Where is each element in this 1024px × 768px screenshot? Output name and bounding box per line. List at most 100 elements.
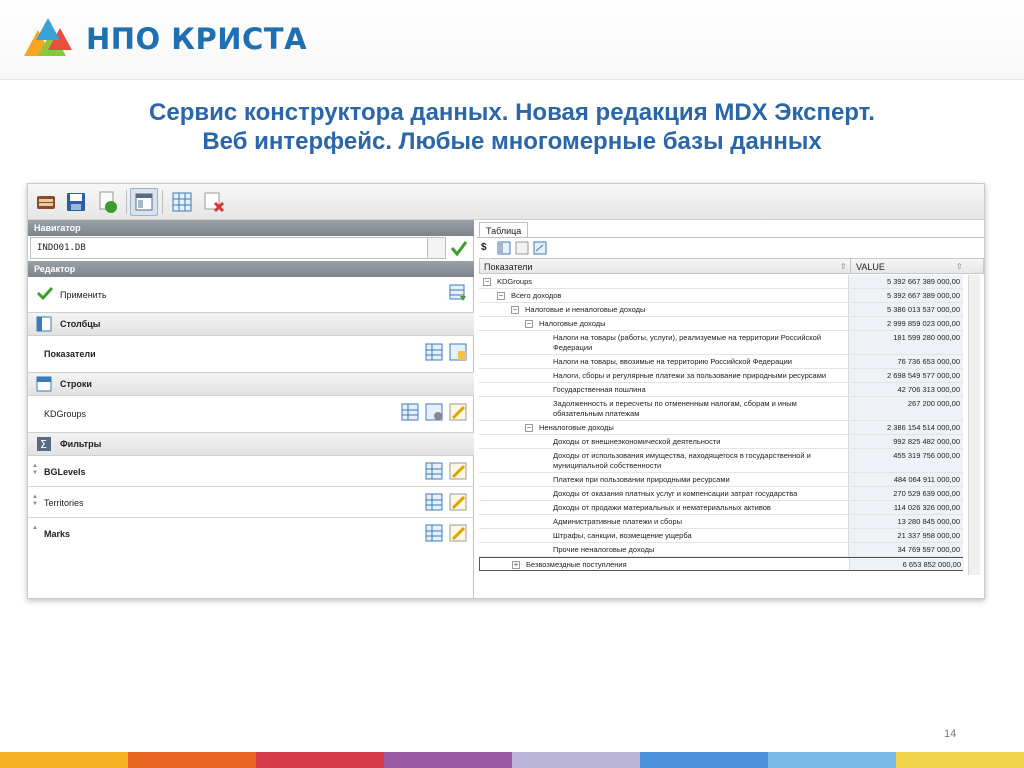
collapse-icon[interactable]: − [483, 278, 491, 286]
columns-item[interactable]: Показатели [44, 349, 96, 359]
row-edit-icon[interactable] [449, 403, 467, 421]
filters-group-header[interactable]: Σ Фильтры [28, 432, 474, 456]
filter-item-bglevels[interactable]: BGLevels [44, 467, 86, 477]
toolbar-separator [162, 190, 163, 214]
row-value: 2 386 154 514 000,00 [848, 421, 963, 434]
grid-format-icon[interactable] [497, 241, 511, 255]
sort-icon[interactable]: ⇧ [840, 260, 847, 274]
table-row[interactable]: Налоги на товары, ввозимые на территорию… [479, 355, 963, 369]
row-value: 270 529 639 000,00 [848, 487, 963, 500]
table-row[interactable]: Всего доходов − 5 392 667 389 000,00 [479, 289, 963, 303]
filter-table-icon[interactable] [425, 524, 443, 542]
table-row[interactable]: Налоговые доходы − 2 999 859 023 000,00 [479, 317, 963, 331]
filter-edit-icon[interactable] [449, 493, 467, 511]
row-table-icon[interactable] [401, 403, 419, 421]
collapse-icon[interactable]: − [525, 320, 533, 328]
table-row[interactable]: Штрафы, санкции, возмещение ущерба 21 337… [479, 529, 963, 543]
vertical-scrollbar[interactable] [968, 275, 980, 575]
navigator-dropdown-button[interactable] [428, 237, 446, 259]
filter-item-marks[interactable]: Marks [44, 529, 70, 539]
table-row[interactable]: Неналоговые доходы − 2 386 154 514 000,00 [479, 421, 963, 435]
row-value: 267 200 000,00 [848, 397, 963, 420]
delete-table-icon[interactable] [200, 188, 228, 216]
rows-label: Строки [60, 379, 92, 389]
row-label: Прочие неналоговые доходы [553, 545, 655, 554]
footer-color-segment [0, 752, 128, 768]
krista-logo-icon [24, 18, 72, 56]
column-divider [850, 259, 851, 273]
page-number: 14 [944, 728, 957, 740]
table-row[interactable]: Доходы от продажи материальных и нематер… [479, 501, 963, 515]
table-row[interactable]: Прочие неналоговые доходы 34 769 597 000,… [479, 543, 963, 557]
row-label: Налоги, сборы и регулярные платежи за по… [553, 371, 827, 380]
column-value[interactable]: VALUE [856, 260, 885, 274]
table-row[interactable]: Безвозмездные поступления +6 653 852 000,… [479, 557, 964, 571]
table-row[interactable]: Доходы от внешнеэкономической деятельнос… [479, 435, 963, 449]
apply-table-icon[interactable] [449, 284, 467, 302]
footer-color-segment [640, 752, 768, 768]
collapse-icon[interactable]: − [497, 292, 505, 300]
table-row[interactable]: Задолженность и пересчеты по отмененным … [479, 397, 963, 421]
filter-row: ▲ ▼ Territories [28, 488, 474, 518]
rows-item[interactable]: KDGroups [44, 409, 86, 419]
column-indicators[interactable]: Показатели [484, 260, 532, 274]
expand-icon[interactable]: + [512, 561, 520, 569]
open-icon[interactable] [32, 188, 60, 216]
grid-options-icon[interactable] [515, 241, 529, 255]
columns-group-header[interactable]: Столбцы [28, 312, 474, 336]
currency-icon[interactable]: $ [481, 242, 487, 253]
reorder-arrows-icon[interactable]: ▲ [32, 525, 38, 532]
pivot-grid: KDGroups −5 392 667 389 000,00 Всего доход… [479, 275, 964, 571]
collapse-icon[interactable]: − [511, 306, 519, 314]
filter-row: ▲ Marks [28, 519, 474, 549]
slide-header: НПО КРИСТА [0, 0, 1024, 80]
row-label: Безвозмездные поступления [526, 560, 627, 569]
apply-check-icon[interactable] [36, 286, 54, 300]
apply-button[interactable]: Применить [60, 290, 107, 300]
filter-table-icon[interactable] [425, 493, 443, 511]
filter-row: ▲ ▼ BGLevels [28, 457, 474, 487]
filter-edit-icon[interactable] [449, 462, 467, 480]
sort-icon[interactable]: ⇧ [956, 260, 963, 274]
row-settings-icon[interactable] [425, 403, 443, 421]
row-value: 5 386 013 537 000,00 [848, 303, 963, 316]
reorder-arrows-icon[interactable]: ▲ ▼ [32, 494, 38, 508]
table-icon[interactable] [168, 188, 196, 216]
edit-table-icon[interactable] [425, 343, 443, 361]
footer-color-segment [384, 752, 512, 768]
tab-divider [477, 237, 984, 238]
filter-table-icon[interactable] [425, 462, 443, 480]
table-row[interactable]: Налоги на товары (работы, услуги), реали… [479, 331, 963, 355]
row-value: 21 337 958 000,00 [848, 529, 963, 542]
table-row[interactable]: Налоговые и неналоговые доходы − 5 386 013… [479, 303, 963, 317]
row-value: 13 280 845 000,00 [848, 515, 963, 528]
check-icon[interactable] [450, 239, 468, 257]
navigator-input[interactable]: INDO01.DB [30, 237, 428, 259]
navigator-header: Навигатор [28, 220, 474, 236]
filter-item-territories[interactable]: Territories [44, 498, 84, 508]
table-props-icon[interactable] [449, 343, 467, 361]
save-icon[interactable] [62, 188, 90, 216]
filter-sigma-icon: Σ [37, 437, 51, 451]
rows-group-header[interactable]: Строки [28, 372, 474, 396]
columns-icon [36, 316, 52, 332]
table-row[interactable]: Административные платежи и сборы 13 280 8… [479, 515, 963, 529]
reorder-arrows-icon[interactable]: ▲ ▼ [32, 463, 38, 477]
table-row[interactable]: Доходы от использования имущества, наход… [479, 449, 963, 473]
filter-edit-icon[interactable] [449, 524, 467, 542]
left-panel: Навигатор INDO01.DB Редактор Применить С… [28, 220, 474, 598]
layout-icon[interactable] [130, 188, 158, 216]
table-row[interactable]: Доходы от оказания платных услуг и компе… [479, 487, 963, 501]
grid-export-icon[interactable] [533, 241, 547, 255]
tab-table[interactable]: Таблица [479, 222, 529, 238]
table-row[interactable]: KDGroups − 5 392 667 389 000,00 [479, 275, 963, 289]
run-icon[interactable] [94, 188, 122, 216]
table-column-header: Показатели ⇧ VALUE ⇧ [479, 258, 984, 274]
table-row[interactable]: Государственная пошлина 42 706 313 000,00 [479, 383, 963, 397]
table-row[interactable]: Платежи при пользовании природными ресур… [479, 473, 963, 487]
columns-label: Столбцы [60, 319, 101, 329]
table-row[interactable]: Налоги, сборы и регулярные платежи за по… [479, 369, 963, 383]
collapse-icon[interactable]: − [525, 424, 533, 432]
row-label: Доходы от продажи материальных и нематер… [553, 503, 771, 512]
row-label: Государственная пошлина [553, 385, 646, 394]
